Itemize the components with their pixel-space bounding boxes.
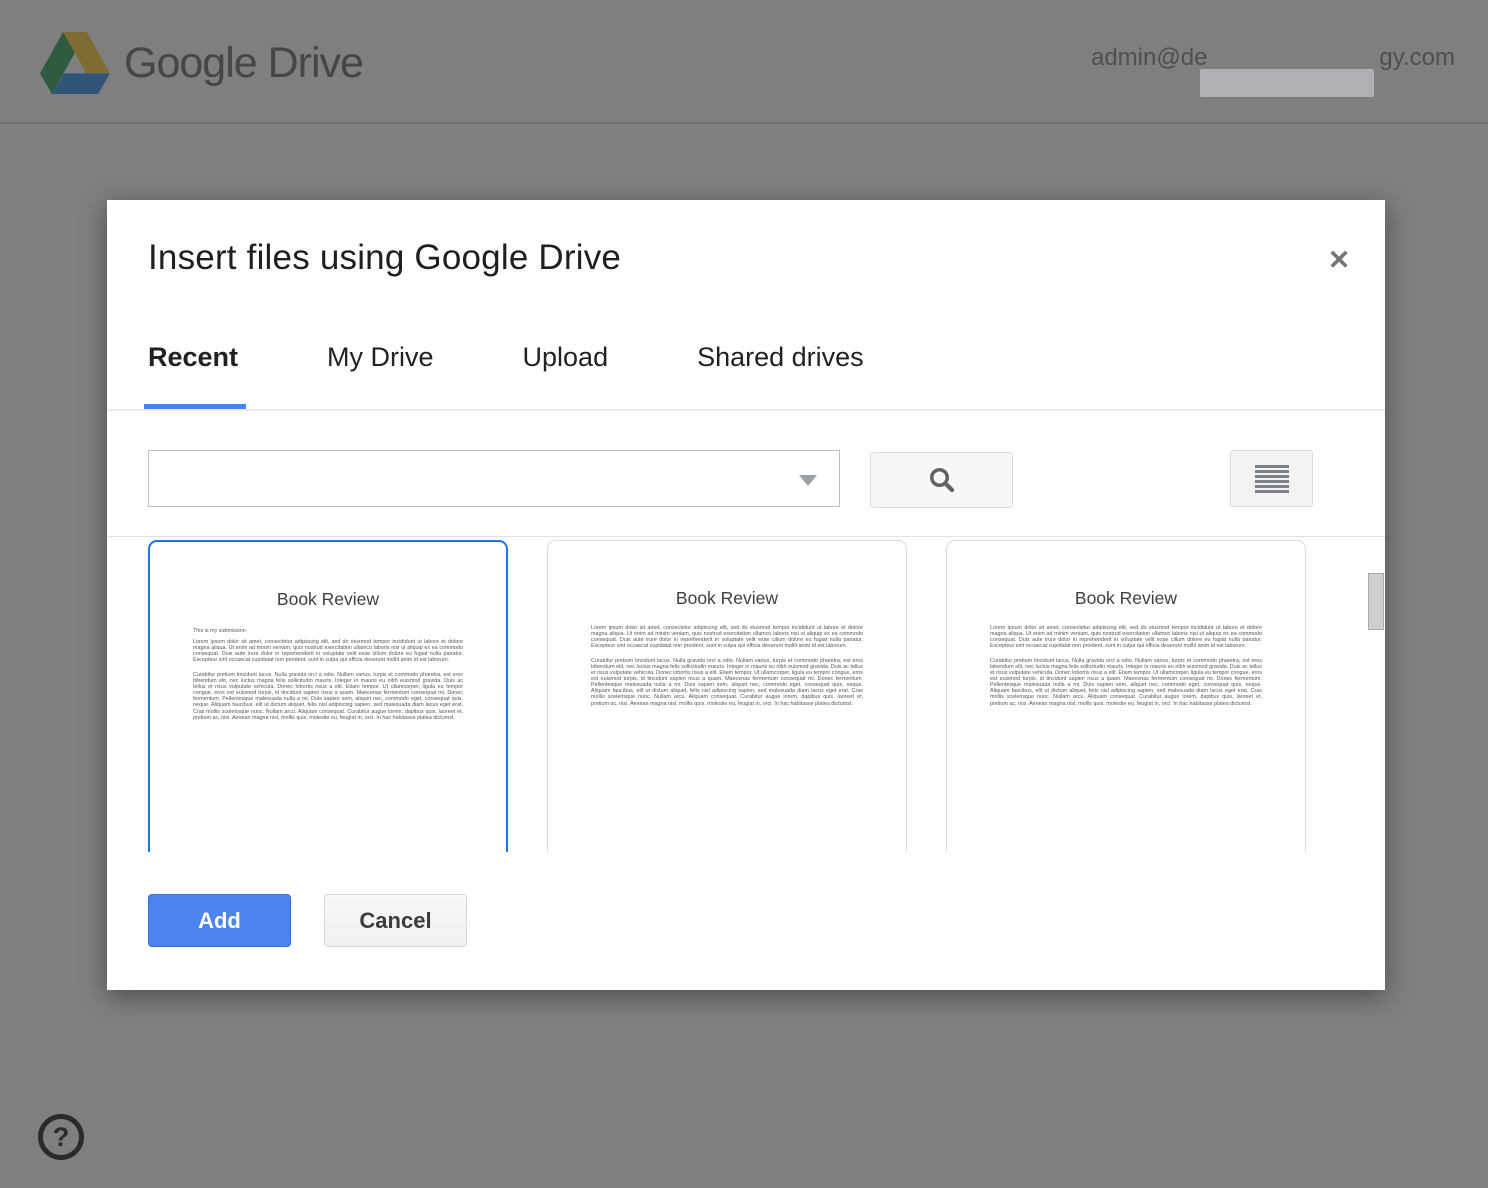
cancel-button[interactable]: Cancel (324, 894, 467, 947)
search-icon (927, 465, 957, 495)
tab-my-drive[interactable]: My Drive (327, 324, 434, 409)
file-card-student-04[interactable]: Book Review This is my submission Lorem … (148, 540, 508, 852)
add-button[interactable]: Add (148, 894, 291, 947)
file-card-template[interactable]: Book Review Lorem ipsum dolor sit amet, … (547, 540, 907, 852)
tab-shared-drives[interactable]: Shared drives (697, 324, 864, 409)
doc-preview: Book Review This is my submission Lorem … (150, 589, 506, 852)
scrollbar-thumb[interactable] (1368, 573, 1384, 630)
dialog-title: Insert files using Google Drive (148, 238, 621, 278)
close-icon[interactable]: ✕ (1321, 242, 1357, 278)
doc-preview: Book Review Lorem ipsum dolor sit amet, … (947, 588, 1305, 852)
dialog-footer: Add Cancel (107, 852, 1385, 990)
tab-bar: Recent My Drive Upload Shared drives (148, 324, 1344, 409)
insert-files-dialog: Insert files using Google Drive ✕ Recent… (107, 200, 1385, 990)
search-toolbar (107, 411, 1385, 537)
search-input[interactable] (148, 450, 840, 507)
tab-upload[interactable]: Upload (523, 324, 609, 409)
search-button[interactable] (870, 452, 1013, 508)
doc-preview: Book Review Lorem ipsum dolor sit amet, … (548, 588, 906, 852)
list-view-icon (1255, 465, 1289, 493)
dropdown-caret-icon (799, 475, 817, 486)
email-redaction-box (1200, 69, 1374, 97)
file-grid: Book Review This is my submission Lorem … (107, 537, 1385, 852)
tab-recent[interactable]: Recent (148, 324, 238, 409)
file-card-book-review[interactable]: Book Review Lorem ipsum dolor sit amet, … (946, 540, 1306, 852)
list-view-button[interactable] (1230, 450, 1313, 507)
